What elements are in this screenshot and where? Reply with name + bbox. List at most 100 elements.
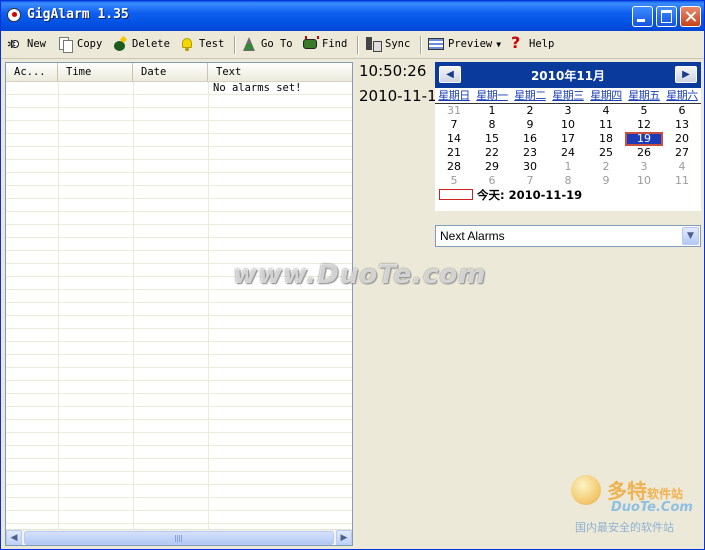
horizontal-scrollbar[interactable]: ◀ ▶ [6, 529, 352, 545]
calendar-day[interactable]: 30 [511, 160, 549, 174]
calendar-day[interactable]: 25 [587, 146, 625, 160]
watermark-logo-tagline: 国内最安全的软件站 [575, 521, 674, 534]
test-button[interactable]: Test [179, 34, 224, 54]
calendar-day[interactable]: 28 [435, 160, 473, 174]
calendar-day[interactable]: 27 [663, 146, 701, 160]
calendar-day[interactable]: 4 [587, 104, 625, 118]
calendar-day[interactable]: 24 [549, 146, 587, 160]
column-header-active[interactable]: Ac... [6, 63, 58, 81]
watermark-logo-url: DuoTe.Com [611, 500, 693, 515]
test-button-label: Test [199, 38, 225, 50]
chevron-down-icon[interactable]: ▼ [682, 227, 699, 245]
scroll-left-button[interactable]: ◀ [6, 530, 22, 545]
calendar-day[interactable]: 11 [663, 174, 701, 188]
help-button[interactable]: Help [509, 33, 555, 54]
previous-month-button[interactable]: ◀ [439, 66, 461, 83]
calendar-day[interactable]: 1 [549, 160, 587, 174]
column-divider [133, 82, 134, 529]
today-label[interactable]: 今天: 2010-11-19 [477, 187, 582, 203]
title-bar[interactable]: GigAlarm 1.35 [1, 1, 704, 31]
toolbar: New Copy Delete Test Go To Find Sync [1, 31, 704, 59]
calendar-day[interactable]: 3 [549, 104, 587, 118]
calendar-day[interactable]: 1 [473, 104, 511, 118]
calendar-day[interactable]: 8 [549, 174, 587, 188]
calendar-day[interactable]: 6 [473, 174, 511, 188]
calendar-day[interactable]: 5 [625, 104, 663, 118]
alarm-clock-icon[interactable] [7, 8, 21, 22]
preview-button-label: Preview [448, 38, 493, 50]
delete-button-label: Delete [132, 38, 170, 50]
maximize-button[interactable] [656, 6, 677, 27]
calendar-day[interactable]: 7 [435, 118, 473, 132]
next-alarms-select[interactable]: Next Alarms ▼ [435, 225, 701, 247]
toolbar-separator [234, 36, 236, 54]
calendar-day[interactable]: 11 [587, 118, 625, 132]
column-header-date[interactable]: Date [133, 63, 208, 81]
watermark-text: www.DuoTe.com [233, 260, 487, 290]
scrollbar-thumb[interactable] [24, 531, 334, 545]
calendar-day[interactable]: 19 [625, 132, 663, 146]
calendar-day[interactable]: 26 [625, 146, 663, 160]
next-month-button[interactable]: ▶ [675, 66, 697, 83]
scroll-right-button[interactable]: ▶ [336, 530, 352, 545]
copy-button-label: Copy [77, 38, 103, 50]
weekday-header: 星期五 [628, 89, 660, 102]
column-header-time[interactable]: Time [58, 63, 133, 81]
calendar-day[interactable]: 2 [587, 160, 625, 174]
column-header-text[interactable]: Text [208, 63, 352, 81]
weekday-header: 星期一 [476, 89, 508, 102]
copy-icon [57, 36, 73, 53]
preview-button[interactable]: Preview ▼ [428, 34, 501, 54]
calendar-day[interactable]: 10 [625, 174, 663, 188]
calendar-day[interactable]: 21 [435, 146, 473, 160]
calendar-day[interactable]: 16 [511, 132, 549, 146]
sync-button[interactable]: Sync [365, 34, 410, 54]
column-divider [58, 82, 59, 529]
new-alarm-icon [7, 34, 23, 52]
calendar-day[interactable]: 17 [549, 132, 587, 146]
road-icon [241, 36, 257, 52]
calendar-month-title[interactable]: 2010年11月 [465, 67, 671, 84]
help-icon [509, 33, 525, 52]
help-button-label: Help [529, 38, 555, 50]
find-button[interactable]: Find [302, 34, 347, 54]
delete-button[interactable]: Delete [112, 34, 170, 54]
minimize-button[interactable] [632, 6, 653, 27]
calendar-day[interactable]: 31 [435, 104, 473, 118]
calendar-day[interactable]: 7 [511, 174, 549, 188]
calendar-day[interactable]: 6 [663, 104, 701, 118]
dropdown-arrow-icon[interactable]: ▼ [496, 40, 501, 49]
calendar-day[interactable]: 15 [473, 132, 511, 146]
calendar-day[interactable]: 22 [473, 146, 511, 160]
calendar-day[interactable]: 14 [435, 132, 473, 146]
empty-list-message: No alarms set! [213, 82, 302, 94]
find-icon [302, 36, 319, 52]
calendar-day[interactable]: 29 [473, 160, 511, 174]
calendar-day[interactable]: 13 [663, 118, 701, 132]
next-alarms-value: Next Alarms [440, 229, 505, 243]
month-calendar[interactable]: ◀ 2010年11月 ▶ 今天: 2010-11-19 星期日 星期一 星期二 星期三… [435, 62, 701, 211]
calendar-day[interactable]: 23 [511, 146, 549, 160]
calendar-day[interactable]: 8 [473, 118, 511, 132]
find-button-label: Find [322, 38, 348, 50]
goto-button[interactable]: Go To [241, 34, 293, 54]
calendar-day[interactable]: 9 [587, 174, 625, 188]
weekday-header: 星期日 [438, 89, 470, 102]
clock-time: 10:50:26 [359, 62, 427, 80]
calendar-day[interactable]: 9 [511, 118, 549, 132]
calendar-day[interactable]: 20 [663, 132, 701, 146]
calendar-day[interactable]: 5 [435, 174, 473, 188]
alarm-list[interactable]: Ac... Time Date Text No alarms set! ◀ ▶ [5, 62, 353, 546]
calendar-day[interactable]: 4 [663, 160, 701, 174]
weekday-header: 星期六 [666, 89, 698, 102]
calendar-day[interactable]: 12 [625, 118, 663, 132]
calendar-day[interactable]: 10 [549, 118, 587, 132]
calendar-day[interactable]: 3 [625, 160, 663, 174]
toolbar-separator [357, 36, 359, 54]
calendar-day[interactable]: 18 [587, 132, 625, 146]
close-button[interactable] [680, 6, 701, 27]
new-button[interactable]: New [7, 34, 46, 54]
calendar-day[interactable]: 2 [511, 104, 549, 118]
copy-button[interactable]: Copy [57, 34, 102, 54]
window-title: GigAlarm 1.35 [27, 7, 129, 22]
